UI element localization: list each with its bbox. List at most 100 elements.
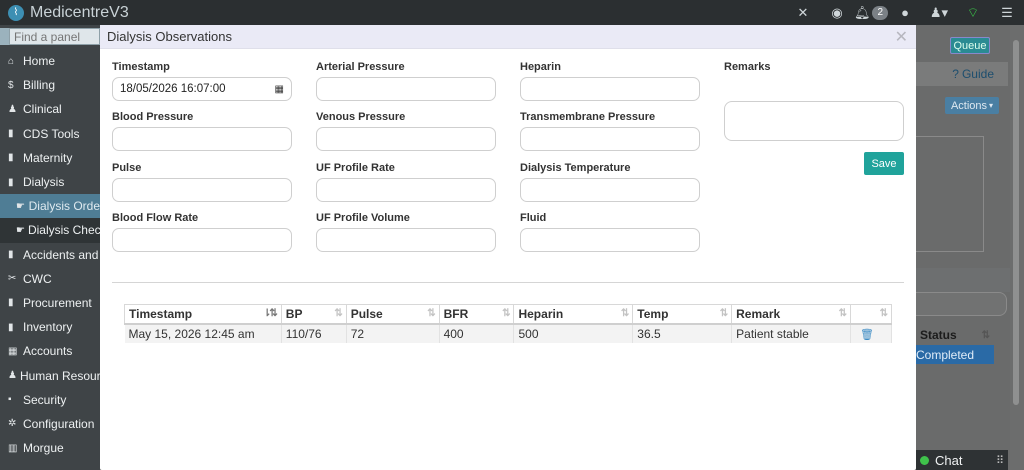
venous-pressure-input[interactable]	[316, 127, 496, 151]
column-header-pulse[interactable]: Pulse ⇅	[345, 304, 440, 325]
comments-icon[interactable]: ●	[888, 0, 922, 25]
uf-profile-volume-input[interactable]	[316, 228, 496, 252]
blood-pressure-field-group: Blood Pressure	[112, 111, 292, 151]
column-header-timestamp[interactable]: Timestamp ⇂⇅	[124, 304, 282, 325]
sidebar-item-cwc[interactable]: ✂ CWC	[0, 267, 100, 291]
observation-form: Timestamp 18/05/2026 16:07:00 ▦ Arterial …	[100, 49, 916, 279]
sidebar-item-accounts[interactable]: ▦ Accounts	[0, 339, 100, 363]
page-scrollbar-thumb[interactable]	[1013, 40, 1019, 405]
uf-profile-rate-input[interactable]	[316, 178, 496, 202]
sidebar: ⌂ Home $ Billing ♟ Clinical ▮ CDS Tools ▮ Mat…	[0, 25, 100, 470]
uf-profile-volume-field-group: UF Profile Volume	[316, 212, 496, 252]
file-icon: ▮	[8, 128, 14, 140]
building-icon: ▥	[8, 442, 18, 454]
sidebar-item-label: CWC	[23, 271, 52, 286]
actions-label: Actions	[950, 99, 988, 112]
header-label: Pulse	[350, 306, 383, 321]
table-row: May 15, 2026 12:45 am 110/76 72 400 500 …	[124, 323, 893, 343]
heparin-input[interactable]	[520, 77, 700, 101]
dialysis-temperature-input[interactable]	[520, 178, 700, 202]
timestamp-input[interactable]: 18/05/2026 16:07:00 ▦	[112, 77, 292, 101]
dialysis-temperature-field-group: Dialysis Temperature	[520, 162, 700, 202]
hand-icon: ☛	[16, 200, 25, 212]
chat-widget[interactable]: Chat ⠿	[916, 450, 1008, 470]
chat-label: Chat	[935, 452, 963, 468]
column-header-temp[interactable]: Temp ⇅	[632, 304, 733, 325]
menu-icon[interactable]: ☰	[990, 0, 1024, 25]
column-header-remark[interactable]: Remark ⇅	[731, 304, 851, 325]
guide-label: Guide	[961, 67, 994, 81]
sidebar-item-label: Maternity	[23, 150, 73, 165]
divider	[112, 282, 904, 283]
user-secret-icon[interactable]: ◉	[820, 0, 854, 25]
venous-pressure-field-group: Venous Pressure	[316, 111, 496, 151]
arterial-pressure-input[interactable]	[316, 77, 496, 101]
sidebar-item-security[interactable]: ▪ Security	[0, 388, 100, 412]
sidebar-item-dialysis-orders[interactable]: ☛ Dialysis Orde	[0, 194, 100, 219]
bell-icon[interactable]: 🔔︎ 2	[854, 0, 889, 25]
fluid-input[interactable]	[520, 228, 700, 252]
dialysis-temperature-label: Dialysis Temperature	[520, 162, 631, 174]
column-header-actions[interactable]: ⇅	[849, 304, 893, 325]
sidebar-item-dialysis[interactable]: ▮ Dialysis	[0, 170, 100, 194]
sidebar-item-maternity[interactable]: ▮ Maternity	[0, 146, 100, 170]
app-title: MedicentreV3	[30, 3, 129, 21]
blood-pressure-input[interactable]	[112, 127, 292, 151]
sort-icon: ⇅	[981, 329, 990, 341]
panel-search-input[interactable]	[9, 28, 100, 45]
close-icon[interactable]: ✕	[895, 27, 908, 47]
header-label: BP	[285, 306, 303, 321]
background-search-field[interactable]	[916, 292, 1007, 316]
sidebar-item-clinical[interactable]: ♟ Clinical	[0, 97, 100, 121]
header-label: Heparin	[518, 306, 564, 321]
guide-link[interactable]: ? Guide	[916, 62, 1008, 86]
queue-button[interactable]: Queue	[950, 37, 990, 54]
sort-desc-icon: ⇂⇅	[263, 308, 278, 319]
heparin-label: Heparin	[520, 61, 561, 73]
actions-dropdown-button[interactable]: Actions ▾	[945, 97, 999, 114]
status-column-header[interactable]: Status ⇅	[916, 325, 994, 345]
sort-icon: ⇅	[334, 308, 343, 319]
gears-icon: ✲	[8, 418, 17, 430]
sidebar-item-procurement[interactable]: ▮ Procurement	[0, 291, 100, 315]
status-badge: Completed	[916, 345, 994, 364]
sidebar-item-dialysis-checks[interactable]: ☛ Dialysis Chec	[0, 218, 100, 243]
sidebar-nav: ⌂ Home $ Billing ♟ Clinical ▮ CDS Tools ▮ Mat…	[0, 49, 100, 460]
remarks-textarea[interactable]	[724, 101, 904, 141]
sidebar-item-label: Morgue	[23, 441, 64, 456]
trash-icon[interactable]: 🗑︎	[855, 329, 874, 341]
file-icon: ▮	[8, 249, 14, 261]
sidebar-item-billing[interactable]: $ Billing	[0, 73, 100, 97]
sidebar-item-human-resources[interactable]: ♟ Human Resour	[0, 363, 100, 387]
sidebar-item-home[interactable]: ⌂ Home	[0, 49, 100, 73]
mute-icon[interactable]: ✕	[786, 0, 820, 25]
sidebar-item-cds-tools[interactable]: ▮ CDS Tools	[0, 122, 100, 146]
calendar-icon[interactable]: ▦	[275, 84, 284, 95]
sidebar-item-inventory[interactable]: ▮ Inventory	[0, 315, 100, 339]
pulse-input[interactable]	[112, 178, 292, 202]
column-header-heparin[interactable]: Heparin ⇅	[513, 304, 634, 325]
uf-profile-rate-label: UF Profile Rate	[316, 162, 395, 174]
cell-heparin: 500	[513, 323, 634, 343]
fluid-field-group: Fluid	[520, 212, 700, 252]
observations-table: Timestamp ⇂⇅ BP ⇅ Pulse ⇅ BFR ⇅ Heparin ⇅ Tem…	[124, 304, 893, 343]
save-button[interactable]: Save	[864, 152, 904, 175]
cell-bfr: 400	[439, 323, 515, 343]
column-header-bp[interactable]: BP ⇅	[280, 304, 347, 325]
user-menu-icon[interactable]: ♟▾	[922, 0, 956, 25]
cell-remark: Patient stable	[731, 323, 851, 343]
column-header-bfr[interactable]: BFR ⇅	[438, 304, 515, 325]
sort-icon: ⇅	[620, 308, 630, 319]
transmembrane-pressure-input[interactable]	[520, 127, 700, 151]
background-panel-box	[916, 136, 984, 252]
sidebar-item-morgue[interactable]: ▥ Morgue	[0, 436, 100, 460]
sidebar-item-accidents[interactable]: ▮ Accidents and	[0, 243, 100, 267]
brand[interactable]: ⌇ MedicentreV3	[0, 4, 129, 22]
venous-pressure-label: Venous Pressure	[316, 111, 406, 123]
top-icons: ✕ ◉ 🔔︎ 2 ● ♟▾ ⌔ ☰	[786, 0, 1024, 25]
sidebar-item-label: Inventory	[23, 320, 73, 335]
tools-icon: ✂	[8, 273, 17, 285]
sort-icon: ⇅	[879, 308, 889, 319]
blood-flow-rate-input[interactable]	[112, 228, 292, 252]
sidebar-item-configuration[interactable]: ✲ Configuration	[0, 412, 100, 436]
